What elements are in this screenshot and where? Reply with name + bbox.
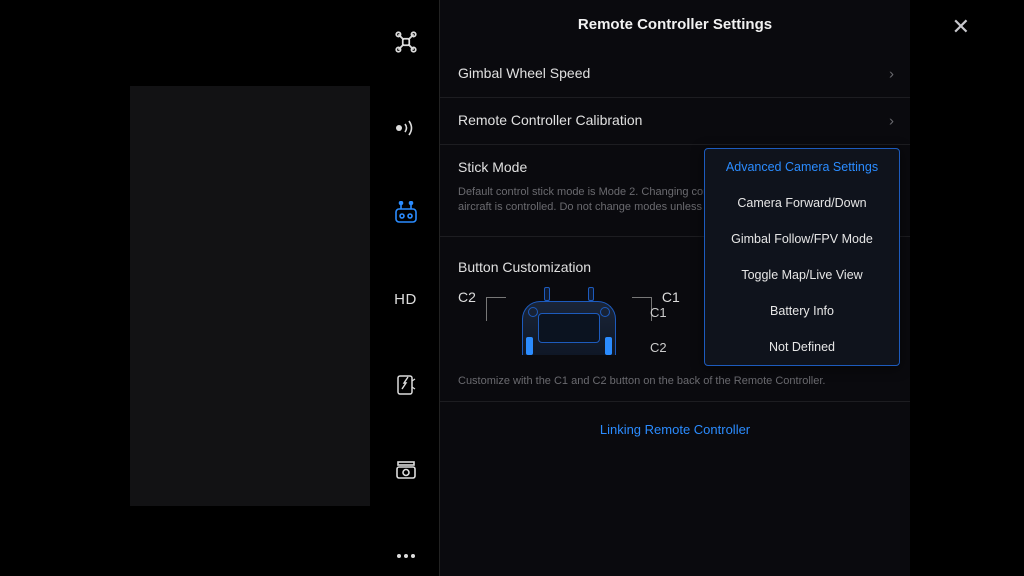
- popup-item-advanced-camera[interactable]: Advanced Camera Settings: [705, 149, 899, 185]
- settings-category-nav: HD: [372, 0, 440, 576]
- popup-item-not-defined[interactable]: Not Defined: [705, 329, 899, 365]
- lead-line: [486, 297, 506, 321]
- nav-battery[interactable]: [384, 365, 428, 405]
- nav-sensors[interactable]: [384, 108, 428, 148]
- nav-aircraft[interactable]: [384, 22, 428, 62]
- hd-icon: HD: [394, 291, 417, 308]
- popup-item-battery-info[interactable]: Battery Info: [705, 293, 899, 329]
- popup-item-toggle-map-live[interactable]: Toggle Map/Live View: [705, 257, 899, 293]
- button-assignment-list: C1 C2: [650, 295, 667, 365]
- nav-gimbal[interactable]: [384, 451, 428, 491]
- row-rc-calibration[interactable]: Remote Controller Calibration ›: [440, 98, 910, 145]
- chevron-right-icon: ›: [889, 113, 894, 130]
- signal-icon: [394, 118, 418, 138]
- panel-title: Remote Controller Settings: [440, 16, 910, 33]
- row-label: Stick Mode: [458, 159, 527, 175]
- lead-line: [632, 297, 652, 321]
- customization-hint: Customize with the C1 and C2 button on t…: [440, 365, 910, 387]
- chevron-right-icon: ›: [889, 66, 894, 83]
- nav-remote-controller[interactable]: [384, 193, 428, 233]
- row-label: Gimbal Wheel Speed: [458, 65, 590, 81]
- row-label: Remote Controller Calibration: [458, 112, 642, 128]
- rc-icon: [393, 201, 419, 225]
- rc-settings-panel: Remote Controller Settings ✕ Gimbal Whee…: [440, 0, 910, 576]
- camera-preview: [130, 86, 370, 506]
- panel-header: Remote Controller Settings ✕: [440, 8, 910, 51]
- close-button[interactable]: ✕: [952, 14, 970, 40]
- drone-icon: [393, 29, 419, 55]
- nav-more[interactable]: [384, 536, 428, 576]
- c2-diagram-label: C2: [458, 287, 476, 305]
- rc-illustration: [516, 287, 622, 355]
- popup-item-gimbal-follow-fpv[interactable]: Gimbal Follow/FPV Mode: [705, 221, 899, 257]
- battery-icon: [394, 373, 418, 397]
- c1-assignment-row[interactable]: C1: [650, 295, 667, 330]
- popup-item-camera-forward-down[interactable]: Camera Forward/Down: [705, 185, 899, 221]
- row-gimbal-wheel-speed[interactable]: Gimbal Wheel Speed ›: [440, 51, 910, 98]
- camera-gimbal-icon: [394, 460, 418, 480]
- button-action-popup: Advanced Camera Settings Camera Forward/…: [704, 148, 900, 366]
- c2-assignment-row[interactable]: C2: [650, 330, 667, 365]
- linking-rc-button[interactable]: Linking Remote Controller: [440, 401, 910, 451]
- nav-video-transmission[interactable]: HD: [384, 279, 428, 319]
- more-icon: [394, 552, 418, 560]
